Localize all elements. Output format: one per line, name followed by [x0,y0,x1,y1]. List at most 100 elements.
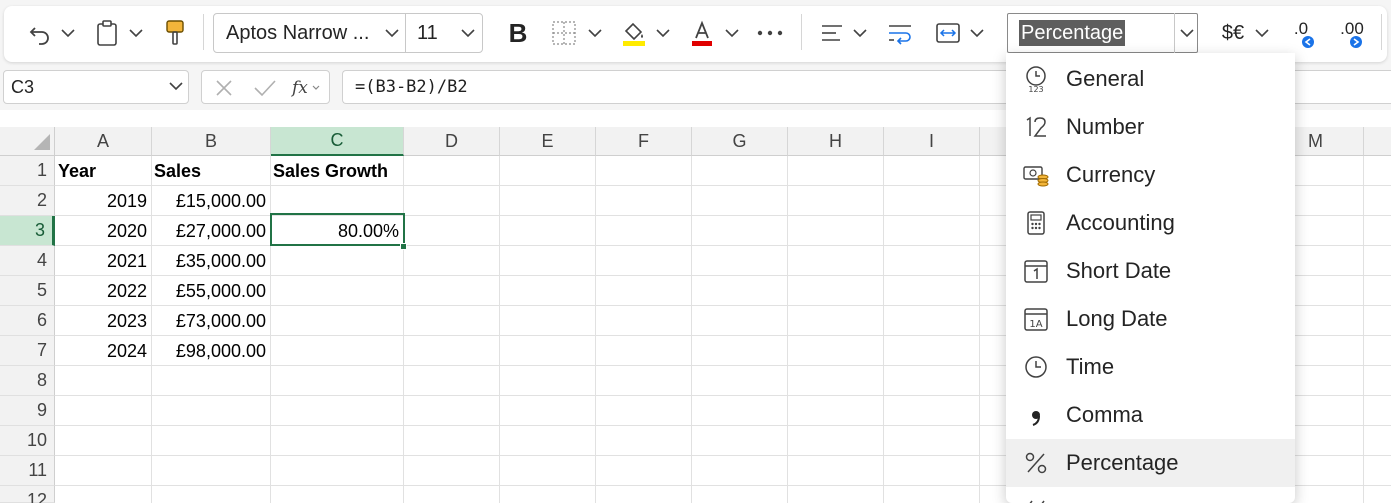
chevron-down-icon [312,85,320,90]
paste-button[interactable] [92,13,122,53]
font-color-dropdown[interactable] [722,13,742,53]
cell-a5[interactable]: 2022 [55,276,151,306]
select-all-button[interactable] [0,127,55,156]
fill-color-dropdown[interactable] [653,13,673,53]
column-header-n[interactable] [1364,127,1391,156]
currency-format-button[interactable]: $€ [1218,13,1248,53]
fill-color-button[interactable] [618,13,650,53]
menu-item-number[interactable]: Number [1006,103,1295,151]
menu-item-comma[interactable]: Comma [1006,391,1295,439]
column-header-e[interactable]: E [500,127,596,156]
number-format-input[interactable]: Percentage [1019,20,1126,46]
column-header-h[interactable]: H [788,127,884,156]
fill-handle[interactable] [400,243,407,250]
cell-b1[interactable]: Sales [151,156,270,186]
cell-a6[interactable]: 2023 [55,306,151,336]
align-dropdown[interactable] [850,13,870,53]
row-header-1[interactable]: 1 [0,156,55,186]
font-name-input[interactable]: Aptos Narrow ... [226,22,369,45]
font-size-input[interactable]: 11 [417,22,438,45]
more-options-button[interactable] [754,13,786,53]
row-header-8[interactable]: 8 [0,366,55,396]
row-header-6[interactable]: 6 [0,306,55,336]
menu-item-fraction[interactable] [1006,487,1295,503]
enter-button[interactable] [253,71,277,105]
row-header-5[interactable]: 5 [0,276,55,306]
column-header-c[interactable]: C [271,127,404,156]
column-header-d[interactable]: D [404,127,500,156]
paste-dropdown[interactable] [126,13,146,53]
decrease-decimal-button[interactable]: .0 [1284,13,1318,53]
chevron-down-icon [588,29,602,38]
formula-controls: fx [201,70,330,104]
name-box[interactable]: C3 [3,70,189,104]
row-header-7[interactable]: 7 [0,336,55,366]
cell-a2[interactable]: 2019 [55,186,151,216]
paint-bucket-icon [623,22,645,46]
cell-b5[interactable]: £55,000.00 [151,276,270,306]
merge-cells-icon [936,23,960,43]
menu-item-time[interactable]: Time [1006,343,1295,391]
cell-b3[interactable]: £27,000.00 [151,216,270,246]
cell-a3[interactable]: 2020 [55,216,151,246]
cell-a1[interactable]: Year [55,156,151,186]
row-header-9[interactable]: 9 [0,396,55,426]
column-header-b[interactable]: B [152,127,271,156]
cell-b4[interactable]: £35,000.00 [151,246,270,276]
font-color-button[interactable] [686,13,718,53]
format-painter-button[interactable] [160,13,190,53]
fx-icon: fx [292,78,308,98]
undo-button[interactable] [24,13,56,53]
menu-item-long-date[interactable]: 1A Long Date [1006,295,1295,343]
column-header-g[interactable]: G [692,127,788,156]
menu-item-percentage[interactable]: Percentage [1006,439,1295,487]
column-header-f[interactable]: F [596,127,692,156]
merge-button[interactable] [932,13,964,53]
row-header-11[interactable]: 11 [0,456,55,486]
align-button[interactable] [816,13,848,53]
undo-dropdown[interactable] [58,13,78,53]
borders-dropdown[interactable] [585,13,605,53]
chevron-down-icon[interactable] [385,28,399,38]
row-header-2[interactable]: 2 [0,186,55,216]
borders-icon [552,21,576,45]
wrap-text-button[interactable] [884,13,916,53]
close-icon [216,80,232,96]
increase-decimal-button[interactable]: .00 [1333,13,1371,53]
borders-button[interactable] [548,13,580,53]
cell-a4[interactable]: 2021 [55,246,151,276]
menu-item-accounting[interactable]: Accounting [1006,199,1295,247]
cell-c1[interactable]: Sales Growth [270,156,403,186]
cell-b7[interactable]: £98,000.00 [151,336,270,366]
currency-icon [1006,162,1066,188]
row-header-4[interactable]: 4 [0,246,55,276]
arrow-right-icon [1350,36,1362,48]
general-icon: 123 [1006,65,1066,93]
row-header-10[interactable]: 10 [0,426,55,456]
chevron-down-icon[interactable] [169,81,183,91]
cell-b6[interactable]: £73,000.00 [151,306,270,336]
menu-item-general[interactable]: 123 General [1006,55,1295,103]
menu-item-label: Comma [1066,402,1144,427]
arrow-left-icon [1302,36,1314,48]
chevron-down-icon[interactable] [461,28,475,38]
cell-a7[interactable]: 2024 [55,336,151,366]
currency-dropdown[interactable] [1252,13,1272,53]
insert-function-button[interactable]: fx [292,71,320,105]
menu-item-short-date[interactable]: Short Date [1006,247,1295,295]
long-date-icon: 1A [1006,306,1066,332]
number-format-combo[interactable]: Percentage [1007,13,1198,53]
bold-button[interactable]: B [503,13,533,53]
gridline [270,156,271,503]
merge-dropdown[interactable] [967,13,987,53]
menu-item-currency[interactable]: Currency [1006,151,1295,199]
number-format-dropdown[interactable] [1174,13,1198,53]
column-header-i[interactable]: I [884,127,980,156]
font-color-icon [692,20,712,46]
column-header-a[interactable]: A [55,127,152,156]
row-header-12[interactable]: 12 [0,486,55,503]
cell-b2[interactable]: £15,000.00 [151,186,270,216]
cancel-button[interactable] [214,71,234,105]
row-header-3[interactable]: 3 [0,216,55,246]
chevron-down-icon [1179,29,1194,38]
